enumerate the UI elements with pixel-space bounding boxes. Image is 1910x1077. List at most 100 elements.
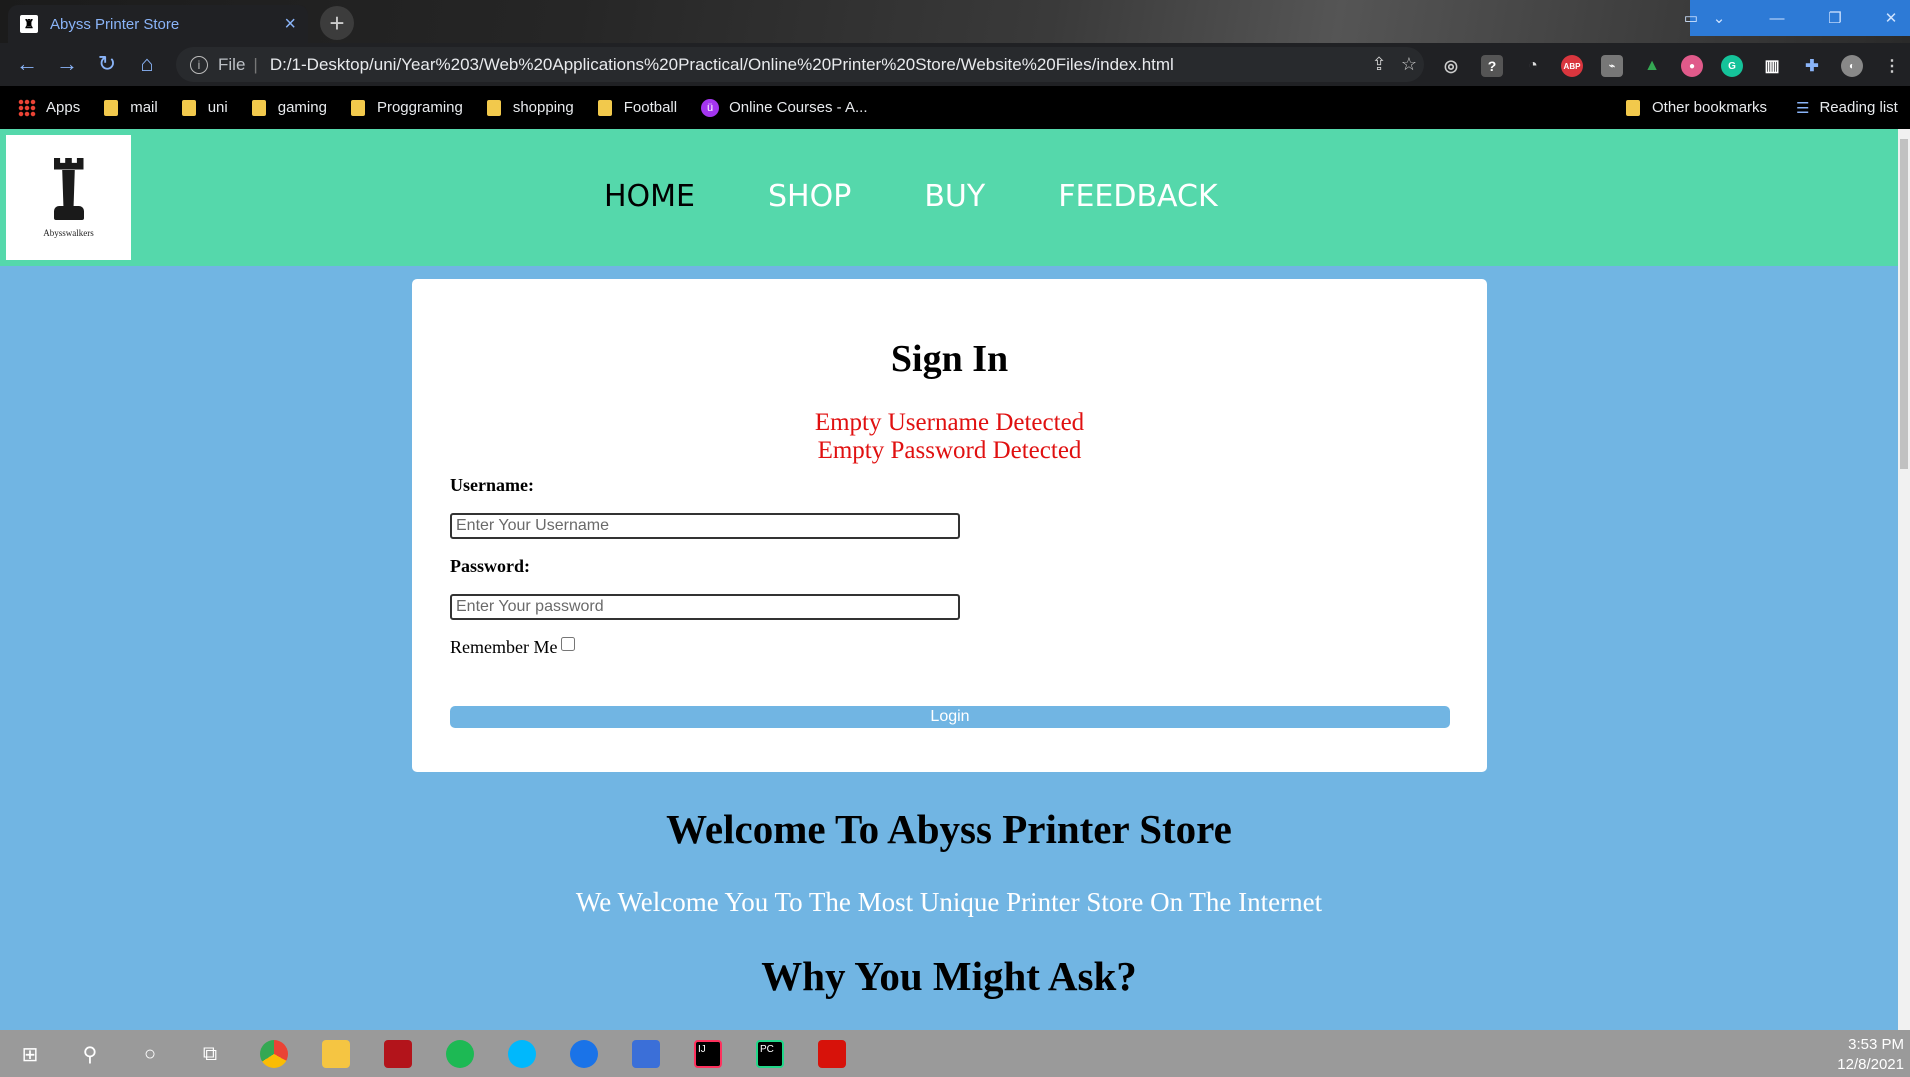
new-tab-button[interactable]: + xyxy=(320,6,354,40)
tab-close-icon[interactable]: × xyxy=(284,13,296,36)
nav-home[interactable]: HOME xyxy=(604,179,695,214)
main-nav: HOME SHOP BUY FEEDBACK xyxy=(604,179,1291,214)
bookmark-mail[interactable]: mail xyxy=(104,99,158,116)
extensions-puzzle-icon[interactable]: ✚ xyxy=(1801,55,1823,77)
grammarly-icon[interactable]: G xyxy=(1721,55,1743,77)
minimize-icon[interactable]: — xyxy=(1748,0,1806,36)
why-heading: Why You Might Ask? xyxy=(761,953,1137,999)
logo-text: Abysswalkers xyxy=(43,227,94,238)
error-password: Empty Password Detected xyxy=(817,437,1082,464)
nav-shop[interactable]: SHOP xyxy=(768,179,851,214)
folder-icon xyxy=(104,99,119,116)
reading-list-icon: ☰ xyxy=(1796,99,1810,117)
menu-kebab-icon[interactable]: ⋮ xyxy=(1881,55,1903,77)
bookmark-gaming[interactable]: gaming xyxy=(251,99,327,116)
system-clock[interactable]: 3:53 PM 12/8/2021 xyxy=(1837,1035,1904,1075)
close-window-icon[interactable]: ✕ xyxy=(1862,0,1910,36)
remember-me-label: Remember Me xyxy=(450,637,558,657)
bookmark-label: Apps xyxy=(46,99,81,116)
extension-record-icon[interactable]: ● xyxy=(1681,55,1703,77)
cortana-icon[interactable]: ○ xyxy=(134,1038,166,1070)
folder-icon xyxy=(597,99,612,116)
home-icon[interactable]: ⌂ xyxy=(134,51,160,77)
task-view-icon[interactable]: ⧉ xyxy=(194,1038,226,1070)
browser-toolbar: ← → ↻ ⌂ i File | D:/1-Desktop/uni/Year%2… xyxy=(0,43,1910,86)
welcome-heading: Welcome To Abyss Printer Store xyxy=(666,806,1232,852)
address-url[interactable]: D:/1-Desktop/uni/Year%203/Web%20Applicat… xyxy=(270,55,1364,75)
extension-help-icon[interactable]: ? xyxy=(1481,55,1503,77)
extension-sidebar-icon[interactable]: ▥ xyxy=(1761,55,1783,77)
bookmark-uni[interactable]: uni xyxy=(181,99,228,116)
site-favicon-icon: ♜ xyxy=(20,15,38,33)
username-input[interactable] xyxy=(450,513,960,539)
other-bookmarks-label: Other bookmarks xyxy=(1652,99,1768,116)
remember-me-row: Remember Me xyxy=(450,636,576,658)
bookmarks-bar: Apps mail uni gaming Proggraming shoppin… xyxy=(0,86,1910,129)
acrobat-icon[interactable] xyxy=(816,1038,848,1070)
page-viewport: Abysswalkers HOME SHOP BUY FEEDBACK Sign… xyxy=(0,129,1898,1030)
address-separator: | xyxy=(253,54,258,74)
nav-buy[interactable]: BUY xyxy=(924,179,985,214)
reload-icon[interactable]: ↻ xyxy=(94,51,120,77)
other-bookmarks[interactable]: Other bookmarks xyxy=(1626,86,1767,129)
pycharm-icon[interactable]: PC xyxy=(754,1038,786,1070)
bookmark-label: uni xyxy=(207,99,228,116)
site-header: Abysswalkers HOME SHOP BUY FEEDBACK xyxy=(0,129,1898,266)
signin-card: Sign In Empty Username Detected Empty Pa… xyxy=(412,279,1487,772)
adblock-icon[interactable]: ABP xyxy=(1561,55,1583,77)
extension-headphones-icon[interactable]: ◎ xyxy=(1440,55,1462,77)
address-scheme: File xyxy=(218,54,246,74)
scrollbar-thumb[interactable] xyxy=(1900,139,1908,469)
folder-icon xyxy=(350,99,365,116)
bookmark-proggraming[interactable]: Proggraming xyxy=(350,99,463,116)
tab-search-chevron-icon[interactable]: ⌄ xyxy=(1690,0,1748,36)
address-bar[interactable]: i File | D:/1-Desktop/uni/Year%203/Web%2… xyxy=(176,47,1424,82)
google-drive-icon[interactable]: ▲ xyxy=(1641,55,1663,77)
profile-avatar[interactable]: ◐ xyxy=(1841,55,1863,77)
intellij-icon[interactable]: IJ xyxy=(692,1038,724,1070)
login-button[interactable]: Login xyxy=(450,706,1450,728)
search-icon[interactable]: ⚲ xyxy=(74,1038,106,1070)
folder-icon xyxy=(486,99,501,116)
share-icon[interactable]: ⇪ xyxy=(1364,54,1394,75)
bookmark-apps[interactable]: Apps xyxy=(18,98,81,117)
username-label: Username: xyxy=(450,475,534,495)
extension-pdf-icon[interactable]: ⌁ xyxy=(1601,55,1623,77)
apps-grid-icon xyxy=(18,98,36,117)
remember-me-checkbox[interactable] xyxy=(561,636,576,651)
spotify-icon[interactable] xyxy=(444,1038,476,1070)
chrome-icon[interactable] xyxy=(258,1038,290,1070)
reading-list-label: Reading list xyxy=(1819,99,1898,116)
windows-start-icon[interactable]: ⊞ xyxy=(14,1038,46,1070)
site-logo[interactable]: Abysswalkers xyxy=(6,135,131,260)
clock-date: 12/8/2021 xyxy=(1837,1056,1904,1073)
game-launcher-icon[interactable] xyxy=(382,1038,414,1070)
browser-tab[interactable]: ♜ Abyss Printer Store × xyxy=(8,5,308,43)
bookmark-label: Online Courses - A... xyxy=(729,99,868,116)
bookmark-label: shopping xyxy=(512,99,574,116)
browser-tab-bar: ♜ Abyss Printer Store × + ▭ ⌄ — ❐ ✕ xyxy=(0,0,1910,43)
error-username: Empty Username Detected xyxy=(814,409,1085,436)
bookmark-label: mail xyxy=(130,99,158,116)
welcome-subtitle: We Welcome You To The Most Unique Printe… xyxy=(575,887,1323,917)
reading-list[interactable]: ☰ Reading list xyxy=(1796,86,1898,129)
restore-icon[interactable]: ❐ xyxy=(1806,0,1864,36)
bookmark-online-courses[interactable]: ü Online Courses - A... xyxy=(701,98,868,117)
folder-icon xyxy=(181,99,196,116)
file-explorer-icon[interactable] xyxy=(320,1038,352,1070)
bookmark-label: gaming xyxy=(277,99,327,116)
forward-arrow-icon[interactable]: → xyxy=(54,51,80,77)
extension-speed-icon[interactable]: ◔ xyxy=(1522,55,1544,77)
back-arrow-icon[interactable]: ← xyxy=(14,51,40,77)
page-scrollbar[interactable] xyxy=(1898,129,1910,1030)
windows-taskbar: ⊞ ⚲ ○ ⧉ IJ PC 3:53 PM 12/8/2021 xyxy=(0,1030,1910,1077)
cube-app-icon[interactable] xyxy=(630,1038,662,1070)
nav-feedback[interactable]: FEEDBACK xyxy=(1058,179,1217,214)
logitech-icon[interactable] xyxy=(506,1038,538,1070)
password-input[interactable] xyxy=(450,594,960,620)
bookmark-football[interactable]: Football xyxy=(597,99,677,116)
bookmark-shopping[interactable]: shopping xyxy=(486,99,574,116)
bookmark-star-icon[interactable]: ☆ xyxy=(1394,54,1424,75)
site-info-icon[interactable]: i xyxy=(190,55,208,74)
maps-pin-icon[interactable] xyxy=(568,1038,600,1070)
